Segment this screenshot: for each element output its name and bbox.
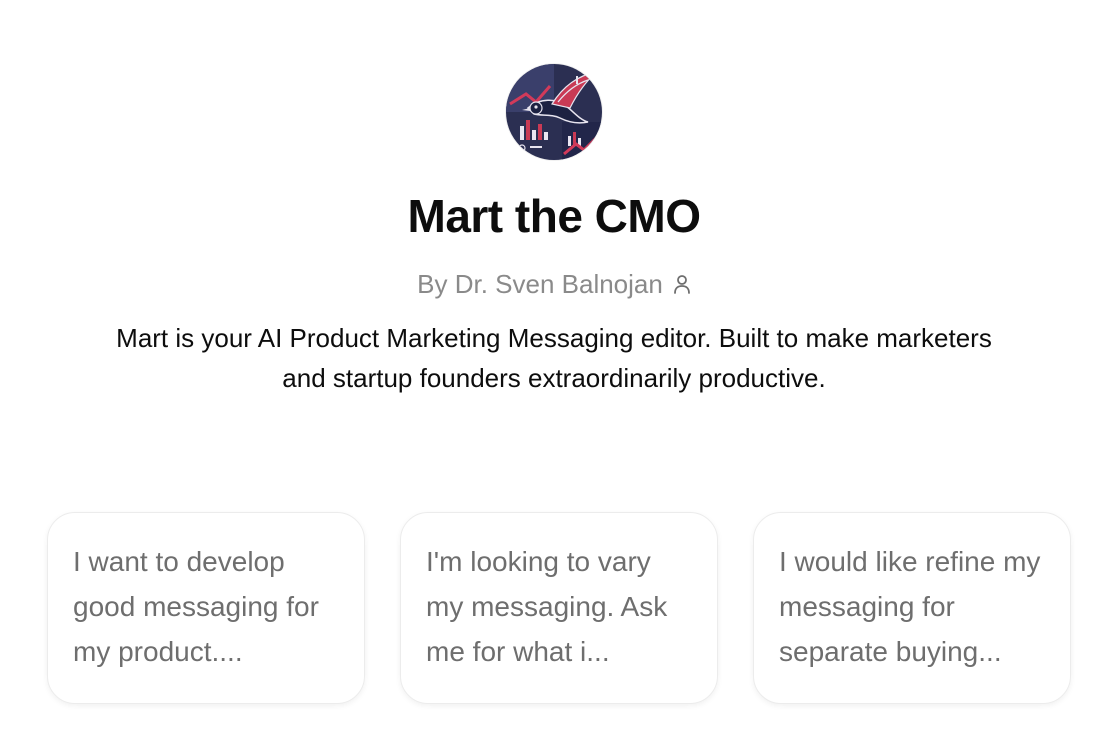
gpt-description: Mart is your AI Product Marketing Messag… — [116, 323, 992, 393]
person-icon — [673, 274, 691, 294]
author-name: By Dr. Sven Balnojan — [417, 269, 663, 299]
conversation-starter-text: I want to develop good messaging for my … — [73, 546, 319, 667]
gpt-title: Mart the CMO — [407, 190, 702, 242]
bird-logo-icon — [506, 64, 602, 160]
conversation-starter-card[interactable]: I want to develop good messaging for my … — [47, 512, 365, 704]
conversation-starters: I want to develop good messaging for my … — [47, 512, 1071, 704]
conversation-starter-card[interactable]: I would like refine my messaging for sep… — [753, 512, 1071, 704]
conversation-starter-text: I'm looking to vary my messaging. Ask me… — [426, 546, 668, 667]
conversation-starter-card[interactable]: I'm looking to vary my messaging. Ask me… — [400, 512, 718, 704]
gpt-profile: Mart the CMO By Dr. Sven Balnojan Mart i… — [0, 0, 1108, 398]
gpt-avatar — [506, 64, 602, 160]
conversation-starter-text: I would like refine my messaging for sep… — [779, 546, 1041, 667]
author-byline: By Dr. Sven Balnojan — [417, 268, 691, 300]
